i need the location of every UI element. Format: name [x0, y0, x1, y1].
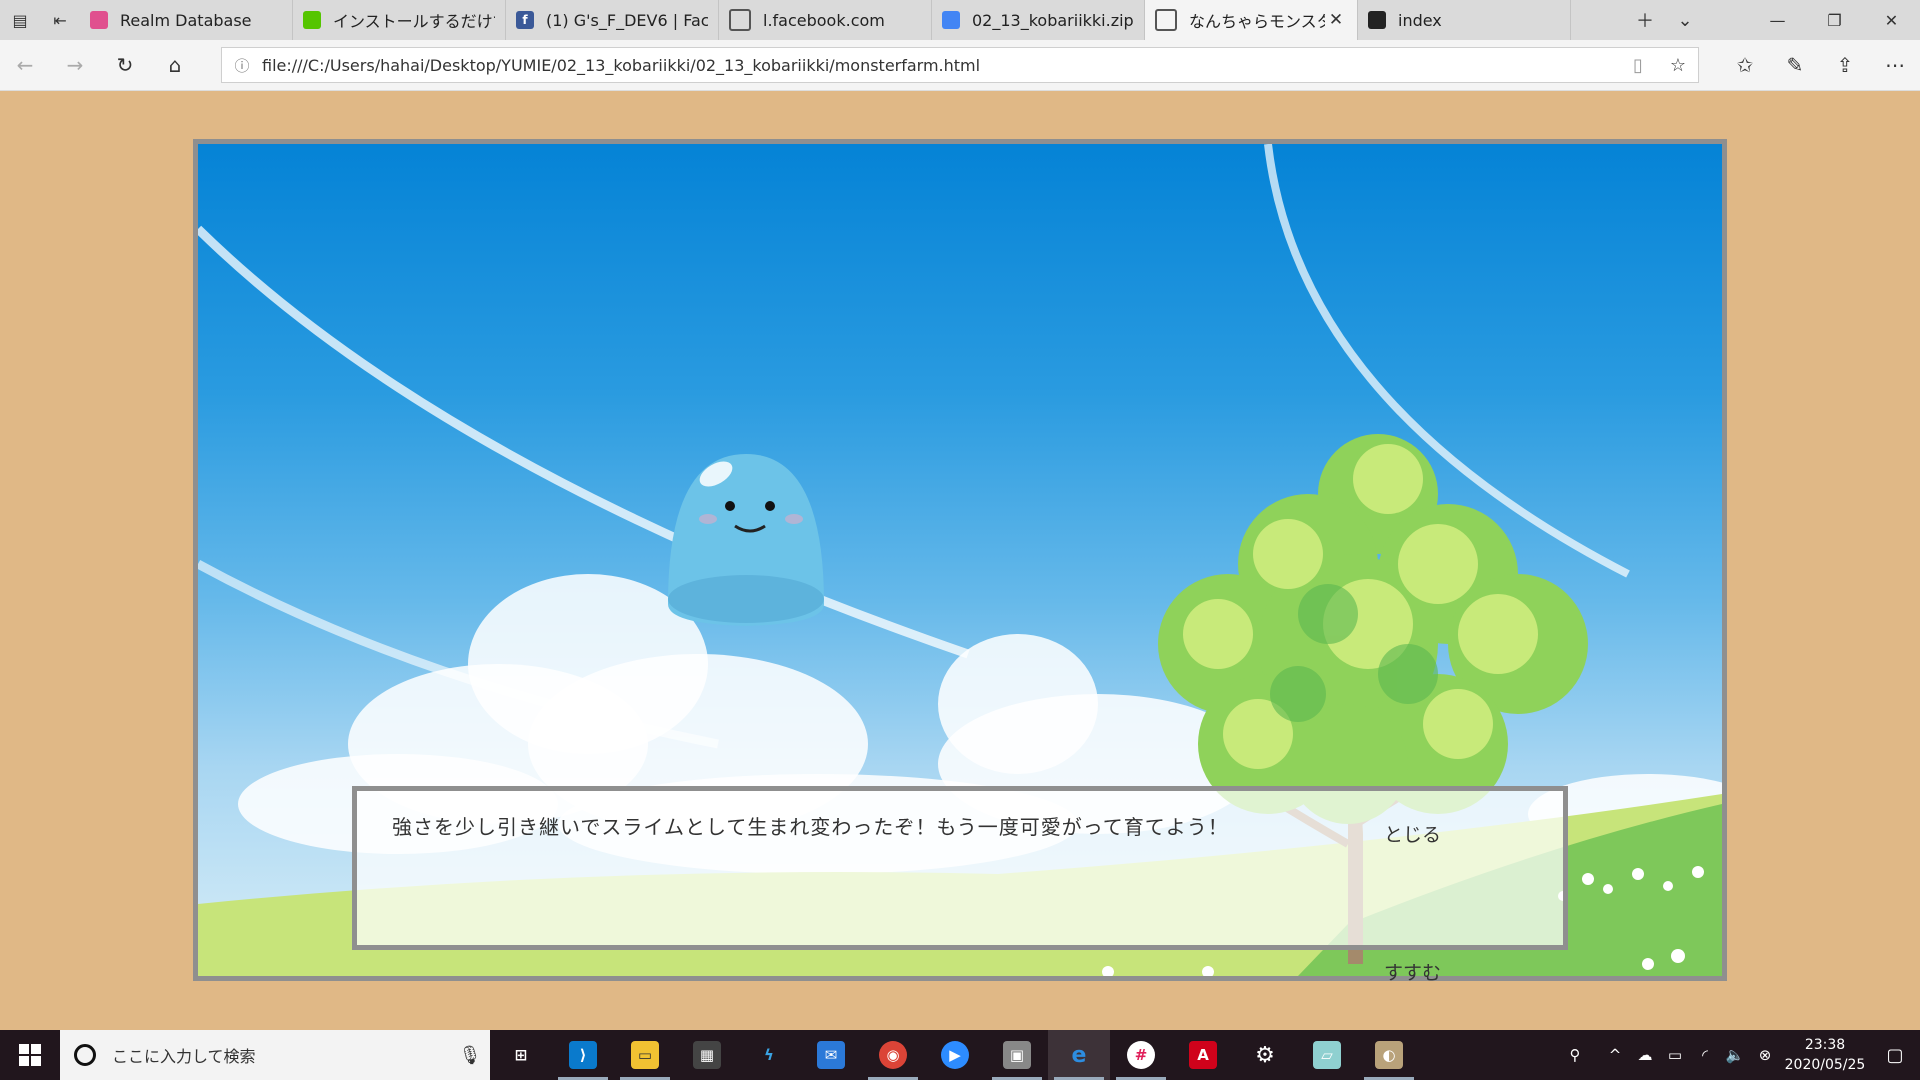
taskbar-zoom[interactable]: ▶ [924, 1030, 986, 1080]
people-icon[interactable]: ⚲ [1560, 1046, 1590, 1064]
edge-icon: e [1071, 1042, 1087, 1068]
notepad-icon: ▱ [1313, 1041, 1341, 1069]
qiita-icon [303, 11, 321, 29]
github-icon [1368, 11, 1386, 29]
close-tab-icon[interactable]: ✕ [1325, 10, 1347, 30]
close-window-button[interactable]: ✕ [1863, 0, 1920, 40]
share-icon[interactable]: ⇪ [1820, 40, 1870, 90]
taskbar-chrome[interactable]: ◉ [862, 1030, 924, 1080]
new-tab-button[interactable]: ＋ [1625, 0, 1665, 40]
tab-title: なんちゃらモンスター育 [1189, 12, 1325, 31]
slime-monster [668, 454, 824, 626]
tab-2[interactable]: f (1) G's_F_DEV6 | Facebo [506, 0, 719, 40]
taskbar-azure[interactable]: ϟ [738, 1030, 800, 1080]
store-icon: ▦ [693, 1041, 721, 1069]
google-drive-doc-icon [942, 11, 960, 29]
favorites-icon[interactable]: ✩ [1720, 40, 1770, 90]
windows-taskbar: ここに入力して検索 🎙 ⊞ ⟩ ▭ ▦ ϟ ✉ ◉ ▶ ▣ e # A ⚙ ▱ … [0, 1030, 1920, 1080]
set-aside-tabs-icon[interactable]: ⇤ [40, 0, 80, 40]
clock-date: 2020/05/25 [1784, 1057, 1866, 1073]
taskbar-store[interactable]: ▦ [676, 1030, 738, 1080]
tab-4[interactable]: 02_13_kobariikki.zip - G [932, 0, 1145, 40]
page-icon [729, 9, 751, 31]
battery-icon[interactable]: ▭ [1660, 1046, 1690, 1064]
taskbar-mail[interactable]: ✉ [800, 1030, 862, 1080]
clock-time: 23:38 [1804, 1037, 1846, 1053]
more-menu-icon[interactable]: ⋯ [1870, 40, 1920, 90]
pdf-icon: A [1189, 1041, 1217, 1069]
tab-preview-chevron-icon[interactable]: ⌄ [1665, 0, 1705, 40]
zoom-icon: ▶ [941, 1041, 969, 1069]
restore-button[interactable]: ❐ [1806, 0, 1863, 40]
favorite-star-icon[interactable]: ☆ [1658, 55, 1698, 76]
tab-3[interactable]: l.facebook.com [719, 0, 932, 40]
forward-button[interactable]: → [50, 40, 100, 90]
action-center-icon[interactable]: ▢ [1870, 1045, 1920, 1066]
folder-icon: ▭ [631, 1041, 659, 1069]
tab-title: index [1398, 10, 1442, 30]
facebook-icon: f [516, 11, 534, 29]
tab-6[interactable]: index [1358, 0, 1571, 40]
tab-title: (1) G's_F_DEV6 | Facebo [546, 10, 708, 30]
taskbar-search-box[interactable]: ここに入力して検索 🎙 [60, 1030, 490, 1080]
tab-title: Realm Database [120, 10, 252, 30]
page-icon [1155, 9, 1177, 31]
tab-title: l.facebook.com [763, 10, 885, 30]
wifi-icon[interactable]: ◜ [1690, 1046, 1720, 1064]
slack-icon: # [1127, 1041, 1155, 1069]
url-text[interactable]: file:///C:/Users/hahai/Desktop/YUMIE/02_… [262, 56, 1618, 75]
windows-logo-icon [19, 1044, 41, 1066]
cortana-icon [74, 1044, 96, 1066]
realm-icon [90, 11, 108, 29]
message-window: 強さを少し引き継いでスライムとして生まれ変わったぞ！もう一度可愛がって育てよう！ [352, 786, 1568, 950]
tab-0[interactable]: Realm Database [80, 0, 293, 40]
address-bar[interactable]: ⓘ file:///C:/Users/hahai/Desktop/YUMIE/0… [221, 47, 1699, 83]
no-connection-icon[interactable]: ⊗ [1750, 1046, 1780, 1064]
reading-view-icon[interactable]: ▯ [1618, 55, 1658, 76]
tab-1[interactable]: インストールするだけでVSC [293, 0, 506, 40]
lightning-icon: ϟ [764, 1046, 774, 1064]
system-tray: ⚲ ^ ☁ ▭ ◜ 🔈 ⊗ 23:38 2020/05/25 ▢ [1560, 1030, 1920, 1080]
tab-5[interactable]: なんちゃらモンスター育✕ [1145, 0, 1358, 40]
tab-actions-icon[interactable]: ▤ [0, 0, 40, 40]
start-button[interactable] [0, 1030, 60, 1080]
navigation-bar: ← → ↻ ⌂ ⓘ file:///C:/Users/hahai/Desktop… [0, 40, 1920, 91]
taskbar-vscode[interactable]: ⟩ [552, 1030, 614, 1080]
minimize-button[interactable]: — [1749, 0, 1806, 40]
vscode-icon: ⟩ [569, 1041, 597, 1069]
tab-bar: ▤ ⇤ Realm Database インストールするだけでVSC f (1) G's… [0, 0, 1920, 40]
onedrive-icon[interactable]: ☁ [1630, 1046, 1660, 1064]
tab-title: 02_13_kobariikki.zip - G [972, 10, 1134, 30]
taskbar-acrobat[interactable]: A [1172, 1030, 1234, 1080]
next-button[interactable]: すすむ [1384, 958, 1441, 985]
volume-icon[interactable]: 🔈 [1720, 1046, 1750, 1064]
back-button[interactable]: ← [0, 40, 50, 90]
close-dialog-button[interactable]: とじる [1384, 820, 1441, 847]
taskbar-edge[interactable]: e [1048, 1030, 1110, 1080]
taskbar-notepad[interactable]: ▱ [1296, 1030, 1358, 1080]
system-clock[interactable]: 23:38 2020/05/25 [1780, 1035, 1870, 1075]
mail-icon: ✉ [817, 1041, 845, 1069]
task-view-button[interactable]: ⊞ [490, 1030, 552, 1080]
microphone-icon[interactable]: 🎙 [450, 1045, 490, 1066]
tab-title: インストールするだけでVSC [333, 12, 495, 31]
search-placeholder: ここに入力して検索 [112, 1047, 256, 1066]
site-info-icon[interactable]: ⓘ [222, 55, 262, 76]
message-text: 強さを少し引き継いでスライムとして生まれ変わったぞ！もう一度可愛がって育てよう！ [392, 815, 1229, 839]
web-note-icon[interactable]: ✎ [1770, 40, 1820, 90]
chrome-icon: ◉ [879, 1041, 907, 1069]
taskbar-file-explorer[interactable]: ▭ [614, 1030, 676, 1080]
refresh-button[interactable]: ↻ [100, 40, 150, 90]
remote-desktop-icon: ▣ [1003, 1041, 1031, 1069]
home-button[interactable]: ⌂ [150, 40, 200, 90]
taskbar-slack[interactable]: # [1110, 1030, 1172, 1080]
taskbar-settings[interactable]: ⚙ [1234, 1030, 1296, 1080]
paint-icon: ◐ [1375, 1041, 1403, 1069]
show-hidden-icons-chevron-icon[interactable]: ^ [1600, 1046, 1630, 1064]
taskbar-paint[interactable]: ◐ [1358, 1030, 1420, 1080]
taskbar-remote-desktop[interactable]: ▣ [986, 1030, 1048, 1080]
gear-icon: ⚙ [1255, 1042, 1275, 1068]
task-view-icon: ⊞ [514, 1046, 528, 1064]
